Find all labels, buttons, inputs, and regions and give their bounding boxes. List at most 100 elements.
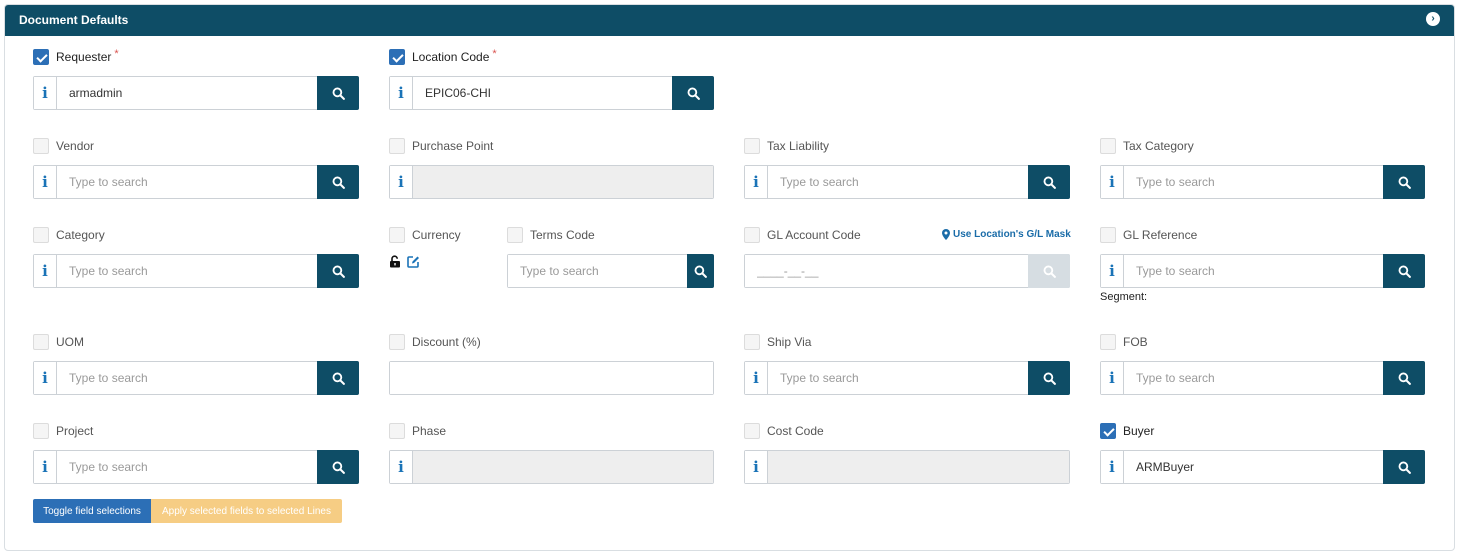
info-icon[interactable]: i (1101, 255, 1124, 287)
discount-checkbox[interactable] (389, 334, 405, 350)
chevron-right-circle-icon[interactable]: › (1426, 12, 1440, 26)
location-code-input[interactable] (413, 77, 672, 109)
edit-icon[interactable] (407, 255, 420, 268)
search-icon (1398, 372, 1411, 385)
terms-code-checkbox[interactable] (507, 227, 523, 243)
tax-category-checkbox[interactable] (1100, 138, 1116, 154)
tax-liability-checkbox[interactable] (744, 138, 760, 154)
requester-checkbox[interactable] (33, 49, 49, 65)
toggle-field-selections-button[interactable]: Toggle field selections (33, 499, 151, 523)
info-icon[interactable]: i (34, 451, 57, 483)
cost-code-checkbox[interactable] (744, 423, 760, 439)
unlock-icon[interactable] (389, 255, 401, 268)
info-icon[interactable]: i (1101, 362, 1124, 394)
vendor-checkbox[interactable] (33, 138, 49, 154)
buyer-search-button[interactable] (1383, 450, 1425, 484)
gl-account-code-checkbox[interactable] (744, 227, 760, 243)
search-icon (332, 87, 345, 100)
info-icon[interactable]: i (34, 77, 57, 109)
ship-via-input-group: i (744, 361, 1070, 395)
gl-reference-input[interactable] (1124, 255, 1383, 287)
cost-code-input-group: i (744, 450, 1070, 484)
requester-input[interactable] (57, 77, 317, 109)
search-icon (1043, 265, 1056, 278)
info-icon[interactable]: i (1101, 451, 1124, 483)
category-input-group: i (33, 254, 359, 288)
uom-input[interactable] (57, 362, 317, 394)
search-icon (694, 265, 707, 278)
vendor-input[interactable] (57, 166, 317, 198)
project-input-group: i (33, 450, 359, 484)
info-icon[interactable]: i (390, 166, 413, 198)
search-icon (332, 265, 345, 278)
search-icon (1043, 372, 1056, 385)
vendor-input-group: i (33, 165, 359, 199)
tax-category-search-button[interactable] (1383, 165, 1425, 199)
info-icon[interactable]: i (34, 255, 57, 287)
terms-code-input[interactable] (508, 255, 687, 287)
fob-input-group: i (1100, 361, 1425, 395)
uom-search-button[interactable] (317, 361, 359, 395)
project-search-button[interactable] (317, 450, 359, 484)
fob-input[interactable] (1124, 362, 1383, 394)
fob-label: FOB (1100, 334, 1148, 350)
category-input[interactable] (57, 255, 317, 287)
tax-liability-input[interactable] (768, 166, 1028, 198)
panel-title: Document Defaults (19, 13, 129, 27)
tax-liability-search-button[interactable] (1028, 165, 1070, 199)
category-search-button[interactable] (317, 254, 359, 288)
purchase-point-checkbox[interactable] (389, 138, 405, 154)
search-icon (1398, 461, 1411, 474)
purchase-point-label: Purchase Point (389, 138, 493, 154)
info-icon[interactable]: i (34, 166, 57, 198)
currency-label: Currency (389, 227, 461, 243)
tax-category-input-group: i (1100, 165, 1425, 199)
cost-code-label: Cost Code (744, 423, 824, 439)
requester-input-group: i (33, 76, 359, 110)
info-icon[interactable]: i (1101, 166, 1124, 198)
project-input[interactable] (57, 451, 317, 483)
discount-input[interactable] (390, 362, 713, 394)
gl-reference-search-button[interactable] (1383, 254, 1425, 288)
phase-checkbox[interactable] (389, 423, 405, 439)
phase-input-group: i (389, 450, 714, 484)
requester-search-button[interactable] (317, 76, 359, 110)
tax-category-input[interactable] (1124, 166, 1383, 198)
ship-via-checkbox[interactable] (744, 334, 760, 350)
location-code-input-group: i (389, 76, 714, 110)
uom-input-group: i (33, 361, 359, 395)
location-code-search-button[interactable] (672, 76, 714, 110)
buyer-input[interactable] (1124, 451, 1383, 483)
info-icon[interactable]: i (745, 362, 768, 394)
info-icon[interactable]: i (390, 451, 413, 483)
info-icon[interactable]: i (745, 451, 768, 483)
vendor-search-button[interactable] (317, 165, 359, 199)
search-icon (687, 87, 700, 100)
use-location-gl-mask-link[interactable]: Use Location's G/L Mask (942, 229, 1071, 240)
info-icon[interactable]: i (390, 77, 413, 109)
buyer-checkbox[interactable] (1100, 423, 1116, 439)
required-marker: * (492, 48, 497, 60)
gl-account-code-input[interactable] (745, 255, 1028, 287)
gl-account-code-input-group (744, 254, 1070, 288)
ship-via-input[interactable] (768, 362, 1028, 394)
uom-checkbox[interactable] (33, 334, 49, 350)
fob-search-button[interactable] (1383, 361, 1425, 395)
ship-via-search-button[interactable] (1028, 361, 1070, 395)
project-checkbox[interactable] (33, 423, 49, 439)
fob-checkbox[interactable] (1100, 334, 1116, 350)
currency-checkbox[interactable] (389, 227, 405, 243)
cost-code-input (768, 451, 1069, 483)
gl-reference-checkbox[interactable] (1100, 227, 1116, 243)
phase-label: Phase (389, 423, 446, 439)
purchase-point-input-group: i (389, 165, 714, 199)
info-icon[interactable]: i (745, 166, 768, 198)
search-icon (1398, 265, 1411, 278)
info-icon[interactable]: i (34, 362, 57, 394)
terms-code-search-button[interactable] (687, 254, 714, 288)
location-code-checkbox[interactable] (389, 49, 405, 65)
gl-reference-input-group: i (1100, 254, 1425, 288)
uom-label: UOM (33, 334, 84, 350)
category-checkbox[interactable] (33, 227, 49, 243)
panel-header: Document Defaults › (5, 5, 1454, 36)
